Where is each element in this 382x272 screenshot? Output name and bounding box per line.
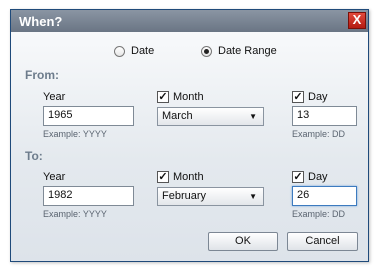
to-month-checkbox-box[interactable]: ✓ xyxy=(157,171,169,183)
to-month-checkbox[interactable]: ✓ Month xyxy=(157,171,204,183)
to-month-select[interactable]: February ▼ xyxy=(157,187,264,206)
radio-date-indicator[interactable] xyxy=(114,45,125,57)
radio-date-range-label: Date Range xyxy=(218,45,277,57)
to-year-label: Year xyxy=(43,171,66,183)
chevron-down-icon: ▼ xyxy=(249,112,257,121)
check-icon: ✓ xyxy=(293,171,303,183)
from-month-checkbox-box[interactable]: ✓ xyxy=(157,91,169,103)
to-month-value: February xyxy=(162,190,207,202)
to-month-label: Month xyxy=(173,171,204,183)
from-month-checkbox[interactable]: ✓ Month xyxy=(157,91,204,103)
from-month-value: March xyxy=(162,110,193,122)
title-bar: When? X xyxy=(11,10,368,32)
close-button[interactable]: X xyxy=(348,12,366,29)
from-day-input[interactable]: 13 xyxy=(292,106,357,126)
radio-date[interactable]: Date xyxy=(114,45,154,57)
dialog-title: When? xyxy=(19,14,63,29)
radio-selected-dot xyxy=(204,48,209,54)
to-year-example: Example: YYYY xyxy=(43,209,107,219)
close-icon: X xyxy=(352,12,362,27)
to-day-label: Day xyxy=(308,171,328,183)
from-day-checkbox-box[interactable]: ✓ xyxy=(292,91,304,103)
from-year-label: Year xyxy=(43,91,66,103)
cancel-button[interactable]: Cancel xyxy=(287,232,358,251)
from-section-label: From: xyxy=(25,68,59,82)
radio-date-range[interactable]: Date Range xyxy=(201,45,277,57)
from-month-label: Month xyxy=(173,91,204,103)
from-day-checkbox[interactable]: ✓ Day xyxy=(292,91,328,103)
when-dialog: When? X Date Date Range From: Year 1965 … xyxy=(10,9,369,262)
from-year-input[interactable]: 1965 xyxy=(43,106,134,126)
chevron-down-icon: ▼ xyxy=(249,192,257,201)
radio-date-range-indicator[interactable] xyxy=(201,45,212,57)
from-year-example: Example: YYYY xyxy=(43,129,107,139)
to-day-checkbox-box[interactable]: ✓ xyxy=(292,171,304,183)
check-icon: ✓ xyxy=(158,91,168,103)
to-day-input[interactable]: 26 xyxy=(292,186,357,206)
from-day-label: Day xyxy=(308,91,328,103)
check-icon: ✓ xyxy=(293,91,303,103)
from-day-example: Example: DD xyxy=(292,129,346,139)
ok-button[interactable]: OK xyxy=(208,232,278,251)
to-day-example: Example: DD xyxy=(292,209,346,219)
radio-date-label: Date xyxy=(131,45,155,57)
to-year-input[interactable]: 1982 xyxy=(43,186,134,206)
from-month-select[interactable]: March ▼ xyxy=(157,107,264,126)
to-day-checkbox[interactable]: ✓ Day xyxy=(292,171,328,183)
check-icon: ✓ xyxy=(158,171,168,183)
to-section-label: To: xyxy=(25,149,43,163)
